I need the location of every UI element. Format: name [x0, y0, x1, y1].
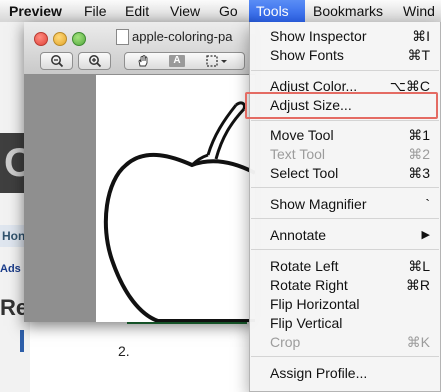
menu-item-label: Flip Horizontal — [270, 296, 360, 312]
menu-separator — [251, 249, 439, 250]
adjust-size-callout — [245, 92, 438, 119]
menu-item-rotate-right[interactable]: Rotate Right ⌘R — [250, 276, 440, 295]
window-title: apple-coloring-pa — [132, 29, 233, 44]
menu-item-label: Rotate Left — [270, 258, 339, 274]
menu-item-select-tool[interactable]: Select Tool ⌘3 — [250, 164, 440, 183]
menu-separator — [251, 187, 439, 188]
menu-item-shortcut: ⌘1 — [408, 127, 430, 143]
menu-item-label: Rotate Right — [270, 277, 348, 293]
menu-separator — [251, 70, 439, 71]
menu-item-flip-horizontal[interactable]: Flip Horizontal — [250, 295, 440, 314]
menu-bar: Preview File Edit View Go Tools Bookmark… — [0, 0, 441, 23]
menu-item-label: Crop — [270, 334, 301, 350]
tool-segmented-control: A — [124, 52, 245, 70]
apple-drawing — [103, 101, 255, 322]
menu-item-label: Annotate — [270, 227, 327, 243]
submenu-arrow-icon: ▶ — [421, 229, 430, 241]
document-page — [96, 75, 255, 322]
menu-separator — [251, 356, 439, 357]
select-tool-button[interactable] — [197, 53, 237, 69]
menu-item-crop: Crop ⌘K — [250, 333, 440, 352]
background-list-number: 2. — [118, 343, 130, 359]
menu-item-shortcut: ` — [425, 196, 430, 212]
menu-item-shortcut: ⌘2 — [408, 146, 430, 162]
menu-item-annotate[interactable]: Annotate ▶ — [250, 226, 440, 245]
menu-item-rotate-left[interactable]: Rotate Left ⌘L — [250, 257, 440, 276]
menu-separator — [251, 218, 439, 219]
menu-window[interactable]: Wind — [397, 0, 441, 22]
menu-view[interactable]: View — [164, 0, 206, 22]
menu-go[interactable]: Go — [213, 0, 244, 22]
document-canvas[interactable] — [24, 75, 255, 322]
menu-separator — [251, 120, 439, 121]
window-titlebar: apple-coloring-pa A — [24, 22, 255, 75]
menu-tools[interactable]: Tools — [249, 0, 305, 22]
background-blue-bar — [20, 330, 24, 352]
menu-item-shortcut: ⌘R — [405, 277, 430, 293]
close-button[interactable] — [34, 32, 48, 46]
menu-item-shortcut: ⌘3 — [408, 165, 430, 181]
tools-menu: Show Inspector ⌘I Show Fonts ⌘T Adjust C… — [249, 22, 441, 392]
menu-item-shortcut: ⌘I — [412, 28, 430, 44]
menu-item-label: Show Fonts — [270, 47, 344, 63]
minimize-button[interactable] — [53, 32, 67, 46]
menu-item-label: Assign Profile... — [270, 365, 368, 381]
menu-item-label: Flip Vertical — [270, 315, 343, 331]
zoom-in-icon — [88, 55, 101, 68]
menu-item-assign-profile[interactable]: Assign Profile... — [250, 364, 440, 383]
menu-bookmarks[interactable]: Bookmarks — [307, 0, 389, 22]
hand-icon — [138, 54, 148, 67]
menu-item-shortcut: ⌘K — [406, 334, 430, 350]
menu-item-label: Move Tool — [270, 127, 334, 143]
menu-item-flip-vertical[interactable]: Flip Vertical — [250, 314, 440, 333]
menu-edit[interactable]: Edit — [119, 0, 155, 22]
menu-item-label: Show Magnifier — [270, 196, 367, 212]
menu-item-shortcut: ⌘L — [408, 258, 430, 274]
text-tool-button[interactable]: A — [169, 55, 185, 67]
menu-item-label: Select Tool — [270, 165, 339, 181]
menu-item-show-fonts[interactable]: Show Fonts ⌘T — [250, 46, 440, 65]
move-tool-button[interactable] — [125, 53, 161, 69]
menu-preview[interactable]: Preview — [3, 0, 68, 22]
zoom-out-icon — [50, 55, 63, 68]
menu-item-text-tool: Text Tool ⌘2 — [250, 145, 440, 164]
zoom-out-button[interactable] — [40, 52, 73, 70]
preview-window: apple-coloring-pa A — [24, 22, 255, 322]
menu-item-shortcut: ⌘T — [407, 47, 430, 63]
menu-item-show-inspector[interactable]: Show Inspector ⌘I — [250, 27, 440, 46]
zoom-button[interactable] — [72, 32, 86, 46]
menu-file[interactable]: File — [78, 0, 113, 22]
zoom-in-button[interactable] — [78, 52, 111, 70]
menu-item-label: Show Inspector — [270, 28, 367, 44]
menu-item-show-magnifier[interactable]: Show Magnifier ` — [250, 195, 440, 214]
menu-item-move-tool[interactable]: Move Tool ⌘1 — [250, 126, 440, 145]
marquee-select-icon — [206, 55, 227, 67]
document-icon — [116, 29, 129, 45]
menu-item-label: Text Tool — [270, 146, 325, 162]
